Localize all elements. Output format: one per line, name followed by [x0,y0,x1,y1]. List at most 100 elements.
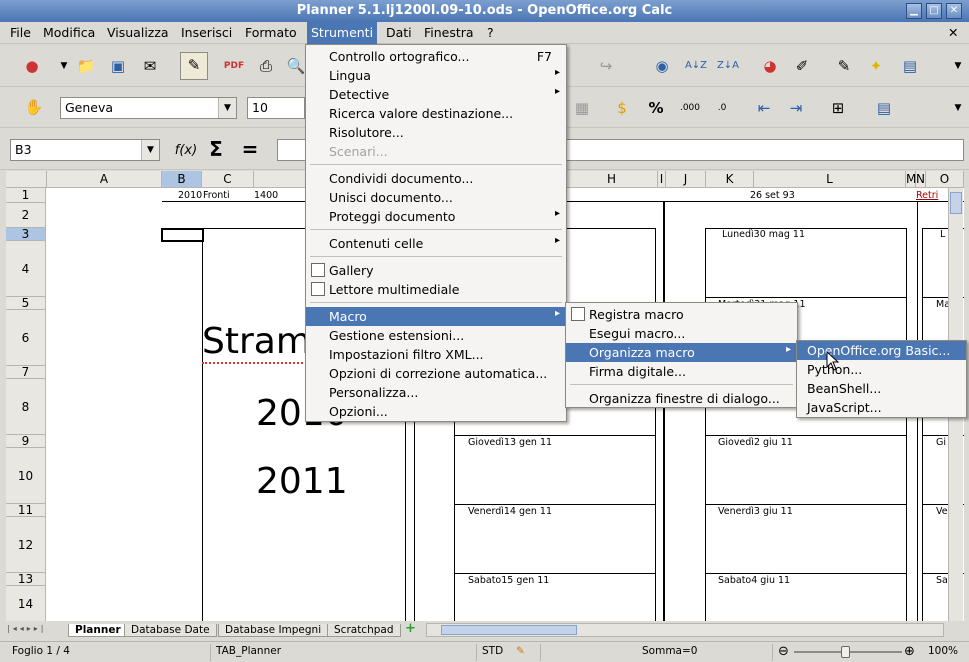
name-box-dropdown-icon[interactable]: ▼ [141,140,159,160]
status-selection-mode[interactable]: STD [482,645,503,657]
draw-functions-icon[interactable]: ✎ [832,54,856,78]
menu-file[interactable]: File [10,25,31,40]
font-name-field[interactable]: Geneva ▼ [60,97,237,119]
borders-icon[interactable]: ⊞ [826,96,850,120]
menu-correzione-automatica[interactable]: Opzioni di correzione automatica... [306,364,566,383]
menu-risolutore[interactable]: Risolutore... [306,123,566,142]
row-header-5[interactable]: 5 [6,297,46,310]
menu-openoffice-basic[interactable]: OpenOffice.org Basic... [797,341,966,360]
menu-organizza-finestre[interactable]: Organizza finestre di dialogo... [566,389,797,408]
select-all-corner[interactable] [6,171,47,188]
tab-database-impegni[interactable]: Database Impegni [218,624,329,637]
col-header-i[interactable]: I [658,171,666,188]
hyperlink-icon[interactable]: ◉ [650,54,674,78]
new-document-icon[interactable]: ● [20,54,44,78]
col-header-n[interactable]: N [916,171,926,188]
menu-gallery[interactable]: Gallery [306,261,566,280]
row-header-11[interactable]: 11 [6,504,46,517]
menu-detective[interactable]: Detective ▸ [306,85,566,104]
menu-proteggi-documento[interactable]: Proteggi documento ▸ [306,207,566,226]
cell-cursor-b3[interactable] [161,228,204,242]
print-icon[interactable]: ⎙ [254,54,278,78]
menu-scenari[interactable]: Scenari... [306,142,566,161]
row-header-13[interactable]: 13 [6,573,46,586]
lettore-checkbox[interactable] [311,282,325,296]
sort-ascending-icon[interactable]: A↓Z [684,54,708,78]
menu-condividi-documento[interactable]: Condividi documento... [306,169,566,188]
open-folder-icon[interactable]: 📁 [74,54,98,78]
menu-inserisci[interactable]: Inserisci [181,25,232,40]
row-header-10[interactable]: 10 [6,448,46,504]
row-header-3[interactable]: 3 [6,228,46,241]
menu-formato[interactable]: Formato [245,25,297,40]
sum-icon[interactable]: Σ [204,137,228,161]
zoom-out-icon[interactable]: ⊖ [778,644,789,659]
menu-modifica[interactable]: Modifica [43,25,95,40]
menu-gestione-estensioni[interactable]: Gestione estensioni... [306,326,566,345]
col-header-o[interactable]: O [926,171,964,188]
format-toolbar-overflow-icon[interactable]: ▼ [946,96,969,120]
menu-finestra[interactable]: Finestra [424,25,474,40]
row-header-6[interactable]: 6 [6,310,46,366]
add-decimal-icon[interactable]: .000 [678,96,702,120]
status-page-style[interactable]: TAB_Planner [216,645,281,657]
zoom-in-icon[interactable]: ⊕ [904,644,915,659]
menu-opzioni[interactable]: Opzioni... [306,402,566,421]
horizontal-scrollbar[interactable] [426,623,944,637]
menu-controllo-ortografico[interactable]: Controllo ortografico... F7 [306,47,566,66]
registra-checkbox[interactable] [571,307,585,321]
col-header-a[interactable]: A [47,171,162,188]
redo-icon[interactable]: ↪ [594,54,618,78]
percent-icon[interactable]: % [644,96,668,120]
background-color-icon[interactable]: ▤ [872,96,896,120]
menu-unisci-documento[interactable]: Unisci documento... [306,188,566,207]
name-box[interactable]: B3 ▼ [10,139,160,161]
gallery-checkbox[interactable] [311,263,325,277]
tab-database-date[interactable]: Database Date [124,624,217,637]
col-header-m[interactable]: M [906,171,916,188]
tab-planner[interactable]: Planner [68,624,128,637]
chart-icon[interactable]: ◕ [758,54,782,78]
toolbar-overflow-icon[interactable]: ▼ [946,54,969,78]
minimize-button[interactable]: ▁ [906,3,922,19]
row-header-2[interactable]: 2 [6,203,46,228]
currency-icon[interactable]: $ [610,96,634,120]
menu-help[interactable]: ? [487,25,494,40]
menu-registra-macro[interactable]: Registra macro [566,305,797,324]
status-sum[interactable]: Somma=0 [642,645,697,657]
status-zoom[interactable]: 100% [928,645,958,657]
remove-decimal-icon[interactable]: .0 [710,96,734,120]
sort-descending-icon[interactable]: Z↓A [716,54,740,78]
function-equals-icon[interactable]: = [238,137,262,161]
menu-visualizza[interactable]: Visualizza [107,25,169,40]
row-header-1[interactable]: 1 [6,188,46,203]
export-pdf-icon[interactable]: PDF [222,54,246,78]
col-header-c[interactable]: C [202,171,254,188]
merge-cells-icon[interactable]: ▦ [570,96,594,120]
col-header-b[interactable]: B [162,171,202,188]
pivot-table-icon[interactable]: ✐ [790,54,814,78]
zoom-slider-thumb[interactable] [841,646,850,658]
row-header-4[interactable]: 4 [6,241,46,297]
col-header-l[interactable]: L [754,171,906,188]
gallery-icon[interactable]: ▤ [898,54,922,78]
maximize-button[interactable]: □ [926,3,942,19]
menu-esegui-macro[interactable]: Esegui macro... [566,324,797,343]
row-header-8[interactable]: 8 [6,379,46,435]
menu-personalizza[interactable]: Personalizza... [306,383,566,402]
menu-filtro-xml[interactable]: Impostazioni filtro XML... [306,345,566,364]
menu-lettore-multimediale[interactable]: Lettore multimediale [306,280,566,299]
increase-indent-icon[interactable]: ⇥ [784,96,808,120]
add-sheet-icon[interactable]: + [405,622,419,636]
menu-organizza-macro[interactable]: Organizza macro ▸ [566,343,797,362]
close-document-icon[interactable]: ✕ [948,25,958,40]
new-dropdown-arrow-icon[interactable]: ▼ [52,54,76,78]
col-header-h[interactable]: H [566,171,658,188]
edit-mode-icon[interactable]: ✎ [180,52,208,80]
font-name-dropdown-icon[interactable]: ▼ [218,98,236,118]
menu-strumenti[interactable]: Strumenti [307,22,378,44]
row-header-9[interactable]: 9 [6,435,46,448]
menu-lingua[interactable]: Lingua ▸ [306,66,566,85]
menu-macro[interactable]: Macro ▸ [306,307,566,326]
tab-scratchpad[interactable]: Scratchpad [327,624,401,637]
